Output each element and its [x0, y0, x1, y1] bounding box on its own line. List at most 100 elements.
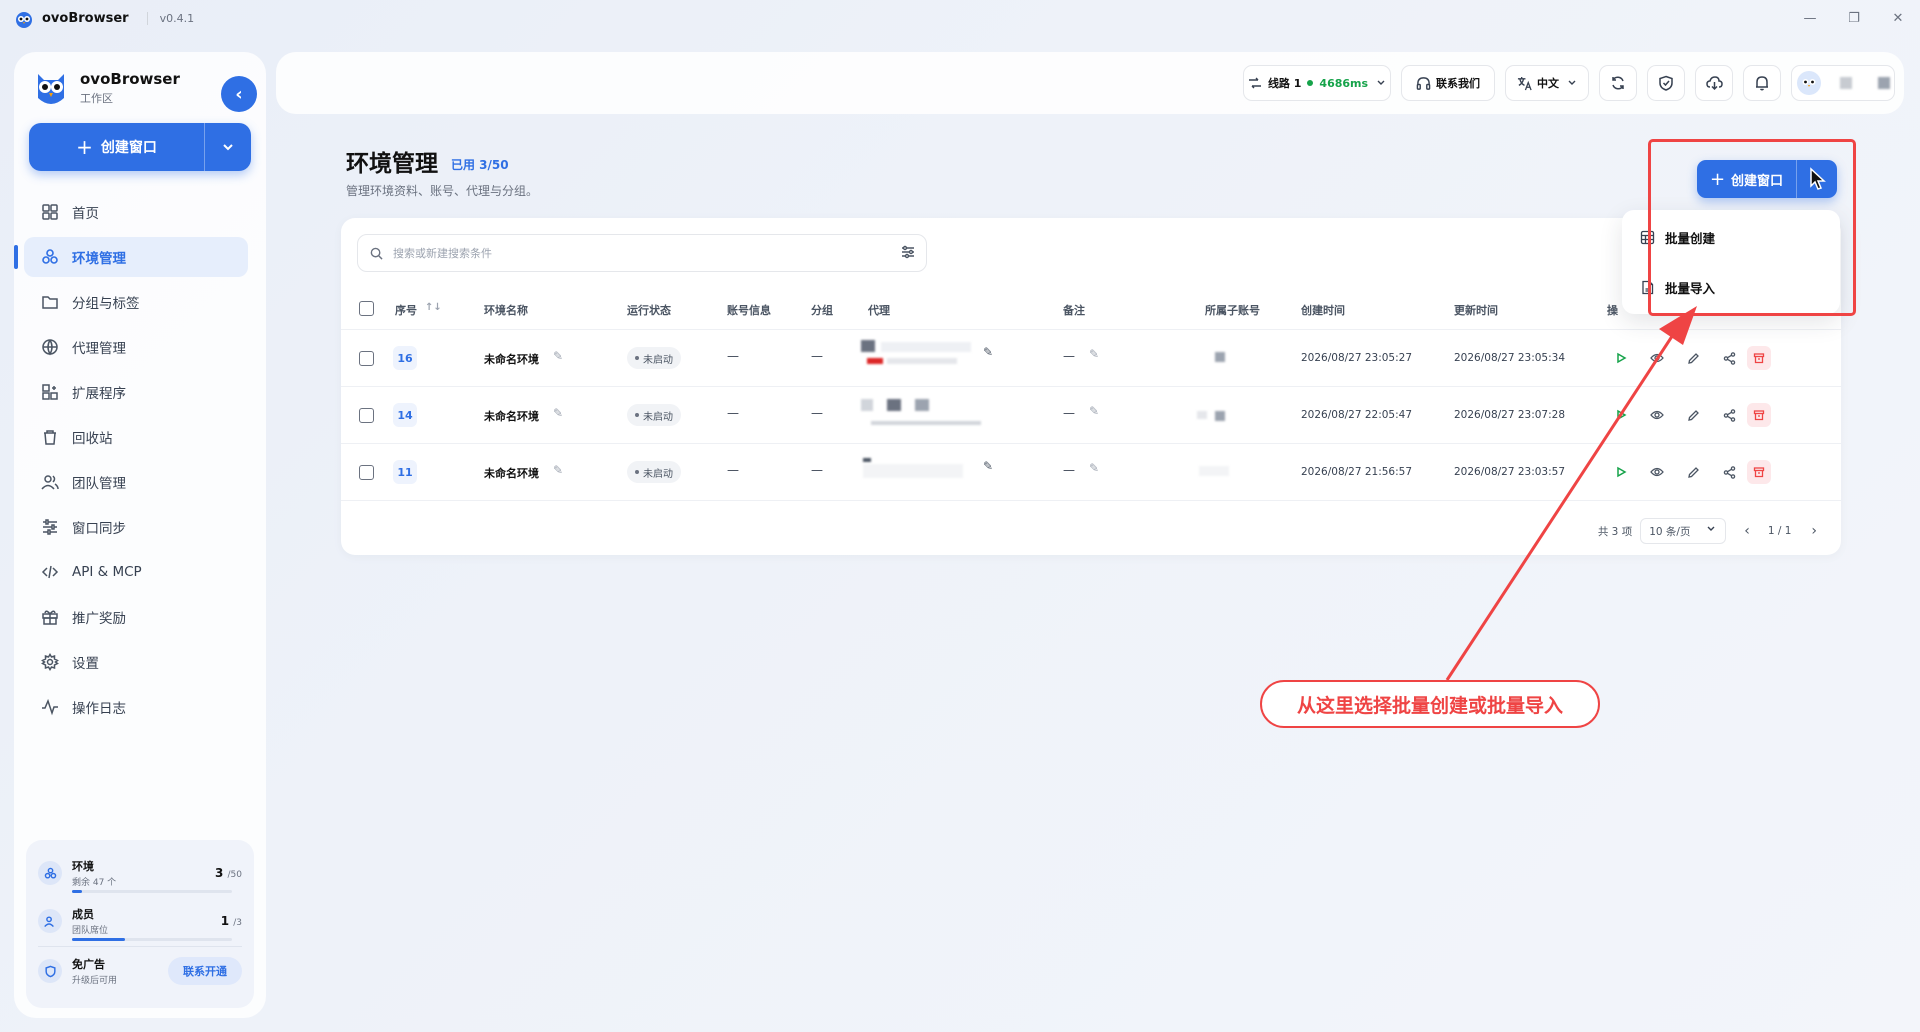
row-checkbox[interactable]: [359, 408, 374, 423]
col-updated: 更新时间: [1454, 304, 1498, 317]
refresh-button[interactable]: [1599, 65, 1637, 101]
sidebar-item-environments[interactable]: 环境管理: [14, 237, 248, 277]
line-selector[interactable]: 线路 1 4686ms: [1243, 65, 1391, 101]
eye-icon[interactable]: [1639, 460, 1675, 484]
group-value: —: [811, 406, 823, 420]
collapse-sidebar-button[interactable]: ‹: [221, 76, 257, 112]
col-proxy: 代理: [868, 304, 890, 317]
sidebar-item-label: 推广奖励: [72, 611, 126, 627]
remark-value: —: [1063, 349, 1075, 363]
redacted-owner: [1215, 411, 1225, 421]
col-group: 分组: [811, 304, 833, 317]
sidebar-item-proxies[interactable]: 代理管理: [24, 327, 248, 367]
row-checkbox[interactable]: [359, 465, 374, 480]
edit-proxy-icon[interactable]: ✎: [983, 345, 993, 359]
prev-page-button[interactable]: ‹: [1744, 523, 1750, 539]
sidebar-item-team[interactable]: 团队管理: [24, 462, 248, 502]
search-icon: [370, 247, 383, 260]
redacted-proxy: [863, 458, 871, 462]
edit-icon[interactable]: [1675, 403, 1711, 427]
edit-remark-icon[interactable]: ✎: [1089, 347, 1099, 361]
share-icon[interactable]: [1711, 460, 1747, 484]
account-info: —: [727, 406, 739, 420]
sidebar-item-logs[interactable]: 操作日志: [24, 687, 248, 727]
edit-remark-icon[interactable]: ✎: [1089, 461, 1099, 475]
sidebar-item-home[interactable]: 首页: [24, 192, 248, 232]
group-value: —: [811, 349, 823, 363]
delete-icon[interactable]: [1747, 346, 1771, 370]
sliders-icon: [40, 517, 60, 537]
edit-icon[interactable]: [1675, 346, 1711, 370]
usage-member-progress: [72, 938, 232, 941]
play-icon[interactable]: [1603, 346, 1639, 370]
usage-members: 成员 团队席位 1 /3: [38, 906, 242, 936]
status-badge: 未启动: [627, 347, 681, 369]
pagination: 共 3 项 10 条/页 ‹ 1 / 1 ›: [1598, 518, 1817, 544]
sidebar-item-settings[interactable]: 设置: [24, 642, 248, 682]
account-info: —: [727, 463, 739, 477]
edit-name-icon[interactable]: ✎: [553, 463, 563, 477]
route-icon: [1248, 77, 1261, 89]
table-row[interactable]: 16 未命名环境 ✎ 未启动 — — ✎ — ✎ 2026/08/27 23:0…: [341, 330, 1841, 387]
contact-upgrade-button[interactable]: 联系开通: [168, 957, 242, 985]
notifications-button[interactable]: [1743, 65, 1781, 101]
close-icon[interactable]: ✕: [1876, 0, 1920, 37]
eye-icon[interactable]: [1639, 346, 1675, 370]
edit-proxy-icon[interactable]: ✎: [983, 459, 993, 473]
usage-env-count: 3 /50: [215, 866, 242, 880]
updated-time: 2026/08/27 23:03:57: [1454, 466, 1566, 478]
create-window-button[interactable]: + 创建窗口: [29, 123, 251, 171]
edit-remark-icon[interactable]: ✎: [1089, 404, 1099, 418]
delete-icon[interactable]: [1747, 460, 1771, 484]
created-time: 2026/08/27 21:56:57: [1301, 466, 1413, 478]
language-selector[interactable]: 中文: [1505, 65, 1589, 101]
page-size-select[interactable]: 10 条/页: [1640, 518, 1727, 544]
sidebar-item-rewards[interactable]: 推广奖励: [24, 597, 248, 637]
sidebar-item-extensions[interactable]: 扩展程序: [24, 372, 248, 412]
share-icon[interactable]: [1711, 403, 1747, 427]
minimize-icon[interactable]: —: [1788, 0, 1832, 37]
sidebar-item-recycle-bin[interactable]: 回收站: [24, 417, 248, 457]
total-count: 共 3 项: [1597, 525, 1633, 538]
redacted-proxy: [915, 399, 929, 411]
chevron-down-icon: [223, 144, 233, 151]
play-icon[interactable]: [1603, 460, 1639, 484]
edit-icon[interactable]: [1675, 460, 1711, 484]
language-label: 中文: [1537, 77, 1559, 90]
edit-name-icon[interactable]: ✎: [553, 349, 563, 363]
create-window-main[interactable]: + 创建窗口: [29, 123, 205, 171]
table-row[interactable]: 11 未命名环境 ✎ 未启动 — — ✎ — ✎ 2026/08/27 21:5…: [341, 444, 1841, 501]
restore-icon[interactable]: ❐: [1832, 0, 1876, 37]
row-checkbox[interactable]: [359, 351, 374, 366]
play-icon[interactable]: [1603, 403, 1639, 427]
filter-sliders-icon[interactable]: [900, 244, 916, 260]
col-account: 账号信息: [727, 304, 771, 317]
sidebar-item-label: 设置: [72, 656, 99, 672]
sidebar-item-api[interactable]: API & MCP: [24, 552, 248, 592]
edit-name-icon[interactable]: ✎: [553, 406, 563, 420]
sidebar-item-groups[interactable]: 分组与标签: [24, 282, 248, 322]
translate-icon: [1517, 76, 1532, 90]
share-icon[interactable]: [1711, 346, 1747, 370]
sidebar: ovoBrowser 工作区 ‹ + 创建窗口 首页 环境管理 分组与标签 代理管…: [14, 52, 266, 1018]
user-profile-button[interactable]: [1791, 65, 1895, 101]
top-toolbar: 线路 1 4686ms 联系我们 中文: [276, 52, 1904, 114]
search-input[interactable]: 搜索或新建搜索条件: [357, 234, 927, 272]
contact-us-button[interactable]: 联系我们: [1401, 65, 1495, 101]
shield-icon: [38, 959, 62, 983]
delete-icon[interactable]: [1747, 403, 1771, 427]
redacted-proxy: [871, 421, 981, 425]
sidebar-item-sync[interactable]: 窗口同步: [24, 507, 248, 547]
cloud-sync-button[interactable]: [1695, 65, 1733, 101]
security-button[interactable]: [1647, 65, 1685, 101]
env-name: 未命名环境: [484, 467, 539, 480]
table-row[interactable]: 14 未命名环境 ✎ 未启动 — — — ✎ 2026/08/27 22:05:…: [341, 387, 1841, 444]
col-id: 序号: [395, 304, 417, 317]
eye-icon[interactable]: [1639, 403, 1675, 427]
create-window-dropdown-toggle[interactable]: [205, 123, 251, 171]
usage-member-sub: 团队席位: [72, 926, 109, 936]
col-status: 运行状态: [627, 304, 671, 317]
next-page-button[interactable]: ›: [1811, 523, 1817, 539]
select-all-checkbox[interactable]: [359, 301, 374, 316]
sort-icon[interactable]: ↑↓: [425, 302, 442, 313]
